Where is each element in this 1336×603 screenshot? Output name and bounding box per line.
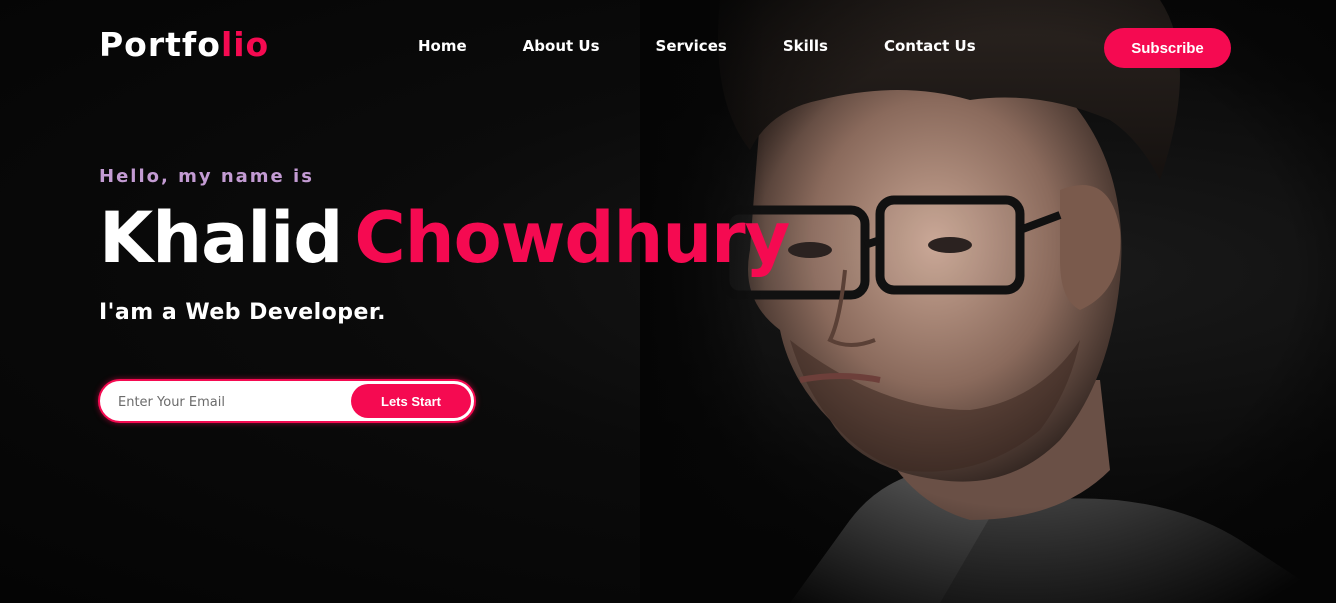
nav-about-us[interactable]: About Us xyxy=(523,36,600,56)
role-text: I'am a Web Developer. xyxy=(99,300,387,325)
logo[interactable]: Portfolio xyxy=(99,25,269,65)
last-name: Chowdhury xyxy=(354,197,790,279)
logo-accent-text: lio xyxy=(220,25,270,64)
nav-home[interactable]: Home xyxy=(418,36,467,56)
email-signup-form: Lets Start xyxy=(98,379,476,423)
greeting-text: Hello, my name is xyxy=(99,166,314,187)
first-name: Khalid xyxy=(99,197,343,279)
hero-section: Portfolio Home About Us Services Skills … xyxy=(0,0,1336,603)
nav-contact-us[interactable]: Contact Us xyxy=(884,36,976,56)
nav-services[interactable]: Services xyxy=(656,36,727,56)
main-nav: Home About Us Services Skills Contact Us xyxy=(418,36,976,56)
nav-skills[interactable]: Skills xyxy=(783,36,828,56)
portrait-image xyxy=(640,0,1336,603)
hero-name: Khalid Chowdhury xyxy=(99,196,790,280)
lets-start-button[interactable]: Lets Start xyxy=(351,384,471,418)
email-input[interactable] xyxy=(116,389,350,415)
subscribe-button[interactable]: Subscribe xyxy=(1104,28,1231,68)
logo-main-text: Portfo xyxy=(99,25,221,64)
